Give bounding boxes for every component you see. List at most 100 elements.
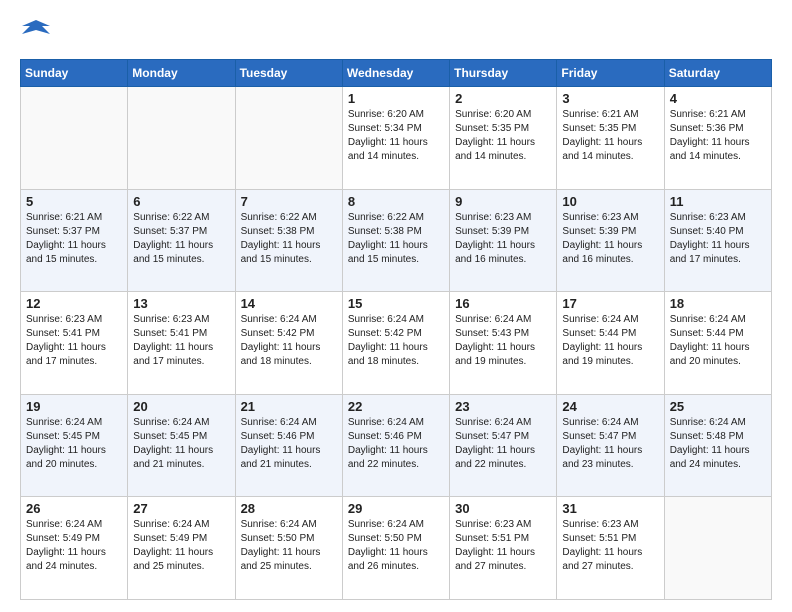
day-info: Sunrise: 6:24 AM Sunset: 5:43 PM Dayligh… [455,313,551,369]
day-number: 17 [562,296,658,311]
calendar-cell: 1 Sunrise: 6:20 AM Sunset: 5:34 PM Daylig… [342,87,449,190]
calendar-cell: 29 Sunrise: 6:24 AM Sunset: 5:50 PM Dayli… [342,497,449,600]
calendar-table: SundayMondayTuesdayWednesdayThursdayFrid… [20,59,772,600]
calendar-cell: 28Sunrise: 6:24 AM Sunset: 5:50 PM Dayli… [235,497,342,600]
calendar-cell: 19 Sunrise: 6:24 AM Sunset: 5:45 PM Dayli… [21,394,128,497]
calendar-week-row: 5 Sunrise: 6:21 AM Sunset: 5:37 PM Daylig… [21,189,772,292]
day-info: Sunrise: 6:24 AM Sunset: 5:48 PM Dayligh… [670,416,766,472]
day-number: 30 [455,501,551,516]
day-number: 14 [241,296,337,311]
calendar-cell: 2 Sunrise: 6:20 AM Sunset: 5:35 PM Daylig… [450,87,557,190]
day-info: Sunrise: 6:24 AM Sunset: 5:46 PM Dayligh… [241,416,337,472]
calendar-cell: 12 Sunrise: 6:23 AM Sunset: 5:41 PM Dayli… [21,292,128,395]
calendar-cell: 17 Sunrise: 6:24 AM Sunset: 5:44 PM Dayli… [557,292,664,395]
day-info: Sunrise: 6:23 AM Sunset: 5:41 PM Dayligh… [26,313,122,369]
weekday-header-thursday: Thursday [450,60,557,87]
day-info: Sunrise: 6:24 AM Sunset: 5:45 PM Dayligh… [26,416,122,472]
calendar-cell: 31 Sunrise: 6:23 AM Sunset: 5:51 PM Dayli… [557,497,664,600]
day-info: Sunrise: 6:20 AM Sunset: 5:34 PM Dayligh… [348,108,444,164]
calendar-cell: 3 Sunrise: 6:21 AM Sunset: 5:35 PM Daylig… [557,87,664,190]
day-info: Sunrise: 6:24 AM Sunset: 5:42 PM Dayligh… [348,313,444,369]
calendar-cell: 15 Sunrise: 6:24 AM Sunset: 5:42 PM Dayli… [342,292,449,395]
calendar-cell [128,87,235,190]
day-info: Sunrise: 6:24 AM Sunset: 5:46 PM Dayligh… [348,416,444,472]
weekday-header-tuesday: Tuesday [235,60,342,87]
calendar-week-row: 26 Sunrise: 6:24 AM Sunset: 5:49 PM Dayli… [21,497,772,600]
day-number: 10 [562,194,658,209]
day-info: Sunrise: 6:24 AM Sunset: 5:45 PM Dayligh… [133,416,229,472]
calendar-cell: 27 Sunrise: 6:24 AM Sunset: 5:49 PM Dayli… [128,497,235,600]
day-number: 31 [562,501,658,516]
weekday-header-friday: Friday [557,60,664,87]
calendar-cell: 7 Sunrise: 6:22 AM Sunset: 5:38 PM Daylig… [235,189,342,292]
calendar-cell: 23 Sunrise: 6:24 AM Sunset: 5:47 PM Dayli… [450,394,557,497]
calendar-cell: 13Sunrise: 6:23 AM Sunset: 5:41 PM Dayli… [128,292,235,395]
day-number: 25 [670,399,766,414]
day-info: Sunrise: 6:24 AM Sunset: 5:47 PM Dayligh… [455,416,551,472]
calendar-cell: 6 Sunrise: 6:22 AM Sunset: 5:37 PM Daylig… [128,189,235,292]
logo-bird-icon [22,16,50,44]
day-number: 28 [241,501,337,516]
calendar-cell: 18Sunrise: 6:24 AM Sunset: 5:44 PM Dayli… [664,292,771,395]
day-number: 2 [455,91,551,106]
calendar-cell: 4 Sunrise: 6:21 AM Sunset: 5:36 PM Daylig… [664,87,771,190]
day-number: 4 [670,91,766,106]
calendar-cell: 25 Sunrise: 6:24 AM Sunset: 5:48 PM Dayli… [664,394,771,497]
day-info: Sunrise: 6:23 AM Sunset: 5:39 PM Dayligh… [455,211,551,267]
day-info: Sunrise: 6:21 AM Sunset: 5:37 PM Dayligh… [26,211,122,267]
calendar-week-row: 19 Sunrise: 6:24 AM Sunset: 5:45 PM Dayli… [21,394,772,497]
day-info: Sunrise: 6:24 AM Sunset: 5:49 PM Dayligh… [133,518,229,574]
day-number: 20 [133,399,229,414]
day-number: 26 [26,501,122,516]
day-info: Sunrise: 6:23 AM Sunset: 5:40 PM Dayligh… [670,211,766,267]
calendar-cell: 21 Sunrise: 6:24 AM Sunset: 5:46 PM Dayli… [235,394,342,497]
calendar-cell: 26 Sunrise: 6:24 AM Sunset: 5:49 PM Dayli… [21,497,128,600]
day-number: 29 [348,501,444,516]
day-number: 1 [348,91,444,106]
day-number: 21 [241,399,337,414]
day-number: 8 [348,194,444,209]
calendar-cell: 16Sunrise: 6:24 AM Sunset: 5:43 PM Dayli… [450,292,557,395]
day-number: 5 [26,194,122,209]
day-info: Sunrise: 6:24 AM Sunset: 5:44 PM Dayligh… [562,313,658,369]
calendar-cell: 14Sunrise: 6:24 AM Sunset: 5:42 PM Dayli… [235,292,342,395]
calendar-cell: 20 Sunrise: 6:24 AM Sunset: 5:45 PM Dayli… [128,394,235,497]
day-info: Sunrise: 6:24 AM Sunset: 5:49 PM Dayligh… [26,518,122,574]
day-info: Sunrise: 6:22 AM Sunset: 5:38 PM Dayligh… [241,211,337,267]
day-info: Sunrise: 6:21 AM Sunset: 5:35 PM Dayligh… [562,108,658,164]
day-info: Sunrise: 6:20 AM Sunset: 5:35 PM Dayligh… [455,108,551,164]
weekday-header-row: SundayMondayTuesdayWednesdayThursdayFrid… [21,60,772,87]
page: SundayMondayTuesdayWednesdayThursdayFrid… [0,0,792,612]
calendar-cell: 5 Sunrise: 6:21 AM Sunset: 5:37 PM Daylig… [21,189,128,292]
day-number: 12 [26,296,122,311]
day-number: 3 [562,91,658,106]
day-info: Sunrise: 6:24 AM Sunset: 5:47 PM Dayligh… [562,416,658,472]
calendar-cell: 24Sunrise: 6:24 AM Sunset: 5:47 PM Dayli… [557,394,664,497]
weekday-header-wednesday: Wednesday [342,60,449,87]
day-number: 7 [241,194,337,209]
day-number: 19 [26,399,122,414]
day-info: Sunrise: 6:22 AM Sunset: 5:38 PM Dayligh… [348,211,444,267]
logo [20,16,50,49]
day-info: Sunrise: 6:24 AM Sunset: 5:50 PM Dayligh… [348,518,444,574]
day-number: 22 [348,399,444,414]
day-number: 15 [348,296,444,311]
logo-text [20,16,50,49]
weekday-header-monday: Monday [128,60,235,87]
day-number: 23 [455,399,551,414]
weekday-header-saturday: Saturday [664,60,771,87]
day-number: 27 [133,501,229,516]
day-info: Sunrise: 6:21 AM Sunset: 5:36 PM Dayligh… [670,108,766,164]
day-number: 6 [133,194,229,209]
day-number: 18 [670,296,766,311]
calendar-cell: 8 Sunrise: 6:22 AM Sunset: 5:38 PM Daylig… [342,189,449,292]
day-info: Sunrise: 6:23 AM Sunset: 5:51 PM Dayligh… [562,518,658,574]
day-number: 13 [133,296,229,311]
calendar-cell: 22 Sunrise: 6:24 AM Sunset: 5:46 PM Dayli… [342,394,449,497]
calendar-cell: 10 Sunrise: 6:23 AM Sunset: 5:39 PM Dayli… [557,189,664,292]
day-info: Sunrise: 6:22 AM Sunset: 5:37 PM Dayligh… [133,211,229,267]
day-info: Sunrise: 6:23 AM Sunset: 5:39 PM Dayligh… [562,211,658,267]
calendar-cell: 11Sunrise: 6:23 AM Sunset: 5:40 PM Dayli… [664,189,771,292]
calendar-cell [21,87,128,190]
calendar-cell [664,497,771,600]
